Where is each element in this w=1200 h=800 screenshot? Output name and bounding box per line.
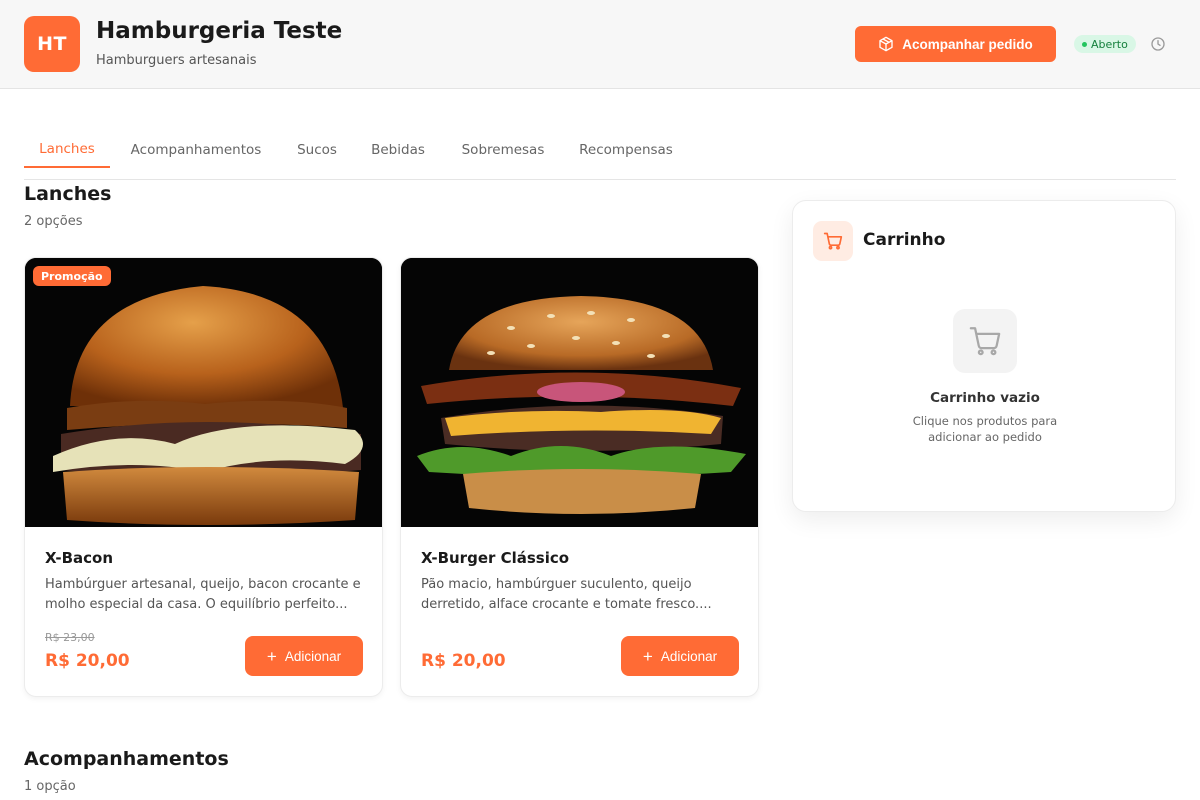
product-card-x-burger-classico[interactable]: X-Burger Clássico Pão macio, hambúrguer …: [400, 257, 759, 697]
category-tabs: Lanches Acompanhamentos Sucos Bebidas So…: [24, 132, 1176, 180]
empty-cart-title: Carrinho vazio: [930, 390, 1040, 406]
product-name: X-Burger Clássico: [421, 549, 570, 567]
add-label: Adicionar: [660, 648, 718, 664]
store-logo: HT: [24, 16, 80, 72]
status-dot: [1082, 41, 1087, 47]
product-price: R$ 20,00: [45, 651, 130, 671]
section-count-lanches: 2 opções: [24, 214, 83, 229]
product-description: Pão macio, hambúrguer suculento, queijo …: [421, 577, 712, 612]
tab-sobremesas[interactable]: Sobremesas: [456, 132, 550, 168]
tab-lanches[interactable]: Lanches: [24, 132, 110, 168]
cart-header-icon-box: [813, 221, 853, 261]
cart-title: Carrinho: [863, 230, 946, 250]
product-description: Hambúrguer artesanal, queijo, bacon croc…: [45, 577, 361, 612]
add-to-cart-button[interactable]: + Adicionar: [621, 636, 739, 676]
tab-bebidas[interactable]: Bebidas: [368, 132, 428, 168]
plus-icon: +: [266, 646, 277, 666]
product-image-x-burger-classico: [401, 258, 758, 527]
clock-icon[interactable]: [1150, 36, 1166, 52]
cart-icon: [823, 232, 843, 250]
status-badge: Aberto: [1074, 35, 1136, 53]
track-order-button[interactable]: Acompanhar pedido: [855, 26, 1056, 62]
tab-acompanhamentos[interactable]: Acompanhamentos: [124, 132, 268, 168]
empty-cart-icon-box: [953, 309, 1017, 373]
empty-cart-icon: [969, 327, 1001, 356]
tab-sucos[interactable]: Sucos: [292, 132, 342, 168]
add-to-cart-button[interactable]: + Adicionar: [245, 636, 363, 676]
cart-panel: Carrinho Carrinho vazio Clique nos produ…: [792, 200, 1176, 512]
product-old-price: R$ 23,00: [45, 631, 95, 644]
section-title-acompanhamentos: Acompanhamentos: [24, 748, 229, 770]
status-label: Aberto: [1091, 37, 1128, 51]
track-order-label: Acompanhar pedido: [902, 36, 1033, 52]
section-count-acompanhamentos: 1 opção: [24, 779, 76, 794]
promo-badge: Promoção: [33, 266, 111, 286]
product-name: X-Bacon: [45, 549, 113, 567]
store-name: Hamburgeria Teste: [96, 18, 343, 44]
product-price: R$ 20,00: [421, 651, 506, 671]
header: HT Hamburgeria Teste Hamburguers artesan…: [0, 0, 1200, 89]
product-image-x-bacon: Promoção: [25, 258, 382, 527]
product-card-x-bacon[interactable]: Promoção X-Bacon Hambúrguer artesanal, q…: [24, 257, 383, 697]
plus-icon: +: [642, 646, 653, 666]
tab-recompensas[interactable]: Recompensas: [574, 132, 678, 168]
add-label: Adicionar: [284, 648, 342, 664]
store-subtitle: Hamburguers artesanais: [96, 53, 257, 68]
package-icon: [879, 36, 893, 52]
section-title-lanches: Lanches: [24, 183, 112, 205]
empty-cart-subtitle: Clique nos produtos para adicionar ao pe…: [912, 414, 1058, 444]
